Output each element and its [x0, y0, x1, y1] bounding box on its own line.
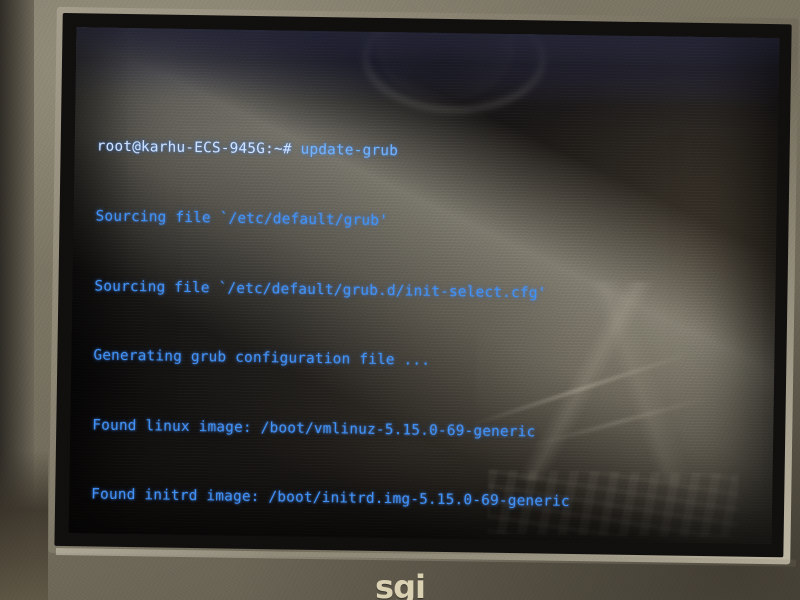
terminal-line: Found linux image: /boot/vmlinuz-5.15.0-… — [92, 414, 769, 448]
terminal-line-text: Found linux image: /boot/vmlinuz-5.15.0-… — [92, 417, 536, 441]
monitor-photo: root@karhu-ECS-945G:~# update-grub Sourc… — [0, 0, 800, 600]
screen-inner-frame: root@karhu-ECS-945G:~# update-grub Sourc… — [54, 12, 792, 558]
terminal-line-text: Generating grub configuration file ... — [93, 347, 431, 369]
terminal-line: Sourcing file `/etc/default/grub' — [95, 205, 772, 239]
terminal-line-text: Found initrd image: /boot/initrd.img-5.1… — [91, 486, 570, 511]
terminal-line-text: Sourcing file `/etc/default/grub' — [95, 208, 389, 230]
sgi-brand-logo: sgi — [375, 568, 426, 600]
terminal-line: Generating grub configuration file ... — [93, 345, 770, 379]
terminal-line: root@karhu-ECS-945G:~# update-grub — [96, 136, 773, 170]
terminal-line-text: Sourcing file `/etc/default/grub.d/init-… — [94, 278, 547, 302]
terminal-line: Found initrd image: /boot/initrd.img-5.1… — [91, 484, 768, 518]
terminal-output[interactable]: root@karhu-ECS-945G:~# update-grub Sourc… — [73, 89, 775, 544]
terminal-line: Sourcing file `/etc/default/grub.d/init-… — [94, 275, 771, 309]
screen-glass: root@karhu-ECS-945G:~# update-grub Sourc… — [68, 27, 780, 545]
shell-command: update-grub — [291, 141, 399, 160]
shell-prompt: root@karhu-ECS-945G:~# — [96, 138, 292, 158]
monitor-screen-assembly: root@karhu-ECS-945G:~# update-grub Sourc… — [48, 6, 799, 565]
